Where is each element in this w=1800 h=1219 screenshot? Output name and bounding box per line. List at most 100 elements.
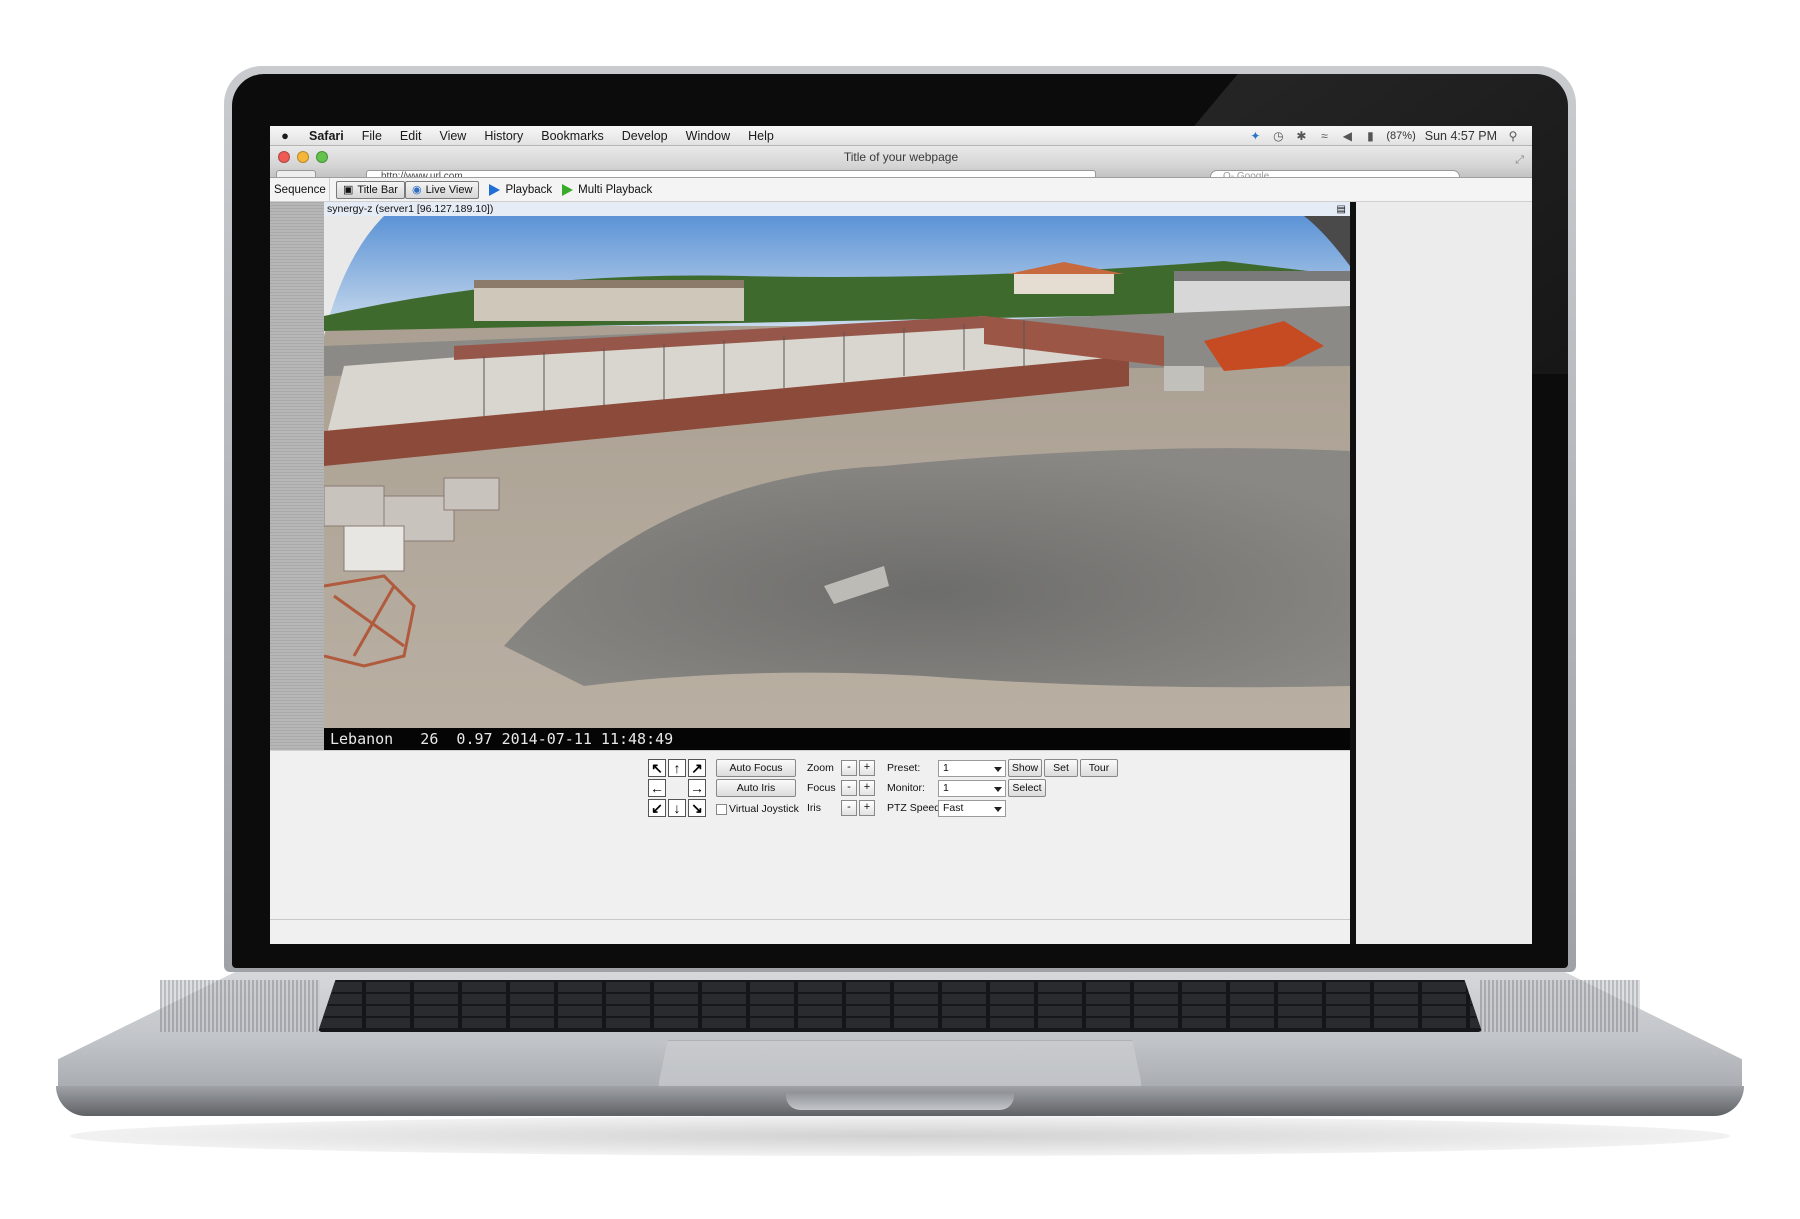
- app-toolbar: Sequence ▣ Title Bar ◉ Live View Playbac…: [270, 178, 1532, 202]
- construction-site-scene: [324, 216, 1350, 750]
- nvr-app: Sequence ▣ Title Bar ◉ Live View Playbac…: [270, 178, 1532, 944]
- iris-plus-button[interactable]: +: [859, 800, 875, 816]
- live-view-label: Live View: [425, 183, 473, 196]
- virtual-joystick-label: Virtual Joystick: [729, 803, 799, 815]
- menu-edit[interactable]: Edit: [391, 129, 431, 143]
- menu-file[interactable]: File: [353, 129, 391, 143]
- playback-button[interactable]: Playback: [489, 183, 552, 196]
- speaker-grille-left: [160, 980, 320, 1032]
- browser-toolbar: http://www.url.com Q- Google: [270, 168, 1532, 178]
- battery-icon[interactable]: ▮: [1363, 129, 1377, 143]
- ptz-speed-label: PTZ Speed:: [887, 802, 944, 814]
- battery-percent: (87%): [1386, 129, 1416, 142]
- camera-header: synergy-z (server1 [96.127.189.10]) ▤: [324, 202, 1350, 216]
- monitor-value: 1: [943, 782, 949, 794]
- zoom-minus-button[interactable]: -: [841, 760, 857, 776]
- live-view-button[interactable]: ◉ Live View: [404, 180, 480, 199]
- time-machine-icon[interactable]: ◷: [1271, 129, 1285, 143]
- camera-name: synergy-z (server1 [96.127.189.10]): [327, 203, 494, 215]
- back-forward-buttons[interactable]: [276, 170, 316, 177]
- status-area: ✦ ◷ ✱ ≈ ◀ ▮ (87%) Sun 4:57 PM ⚲: [1248, 129, 1532, 143]
- auto-iris-button[interactable]: Auto Iris: [716, 779, 796, 797]
- pan-up-icon[interactable]: ↑: [668, 759, 686, 777]
- menu-bar: ● Safari File Edit View History Bookmark…: [270, 126, 1532, 146]
- vertical-scrollbar[interactable]: [1350, 202, 1356, 944]
- camera-feed[interactable]: [324, 216, 1350, 750]
- pan-left-icon[interactable]: ←: [648, 779, 666, 797]
- menu-history[interactable]: History: [475, 129, 532, 143]
- ptz-controls: ↖ ↑ ↗ ← → ↙ ↓ ↘ Auto Focus Auto Iris Vir…: [270, 750, 1350, 944]
- zoom-window-icon[interactable]: [316, 151, 328, 163]
- minimize-window-icon[interactable]: [297, 151, 309, 163]
- ptz-speed-select[interactable]: Fast: [938, 800, 1006, 817]
- video-osd: Lebanon 26 0.97 2014-07-11 11:48:49: [324, 728, 1350, 750]
- show-preset-button[interactable]: Show: [1008, 759, 1042, 777]
- multi-play-icon: [562, 183, 574, 196]
- preset-value: 1: [943, 762, 949, 774]
- window-icon: ▣: [343, 184, 354, 196]
- pan-right-icon[interactable]: →: [688, 779, 706, 797]
- divider: [270, 919, 1350, 920]
- title-bar-label: Title Bar: [357, 183, 398, 196]
- virtual-joystick-checkbox[interactable]: [716, 804, 727, 815]
- set-preset-button[interactable]: Set: [1044, 759, 1078, 777]
- preset-label: Preset:: [887, 762, 921, 774]
- ptz-arrow-pad: ↖ ↑ ↗ ← → ↙ ↓ ↘: [648, 759, 706, 817]
- window-title: Title of your webpage: [843, 150, 959, 164]
- popout-icon[interactable]: ▤: [1337, 203, 1346, 217]
- eye-icon: ◉: [411, 184, 422, 196]
- close-window-icon[interactable]: [278, 151, 290, 163]
- focus-label: Focus: [807, 782, 836, 794]
- select-monitor-button[interactable]: Select: [1008, 779, 1046, 797]
- speaker-grille-right: [1480, 980, 1640, 1032]
- pan-up-right-icon[interactable]: ↗: [688, 759, 706, 777]
- multi-playback-button[interactable]: Multi Playback: [562, 183, 653, 196]
- stage: ● Safari File Edit View History Bookmark…: [0, 0, 1800, 1219]
- menu-develop[interactable]: Develop: [613, 129, 677, 143]
- apple-logo-icon[interactable]: ●: [270, 128, 300, 143]
- tour-button[interactable]: Tour: [1080, 759, 1118, 777]
- iris-label: Iris: [807, 802, 821, 814]
- pan-up-left-icon[interactable]: ↖: [648, 759, 666, 777]
- ptz-speed-value: Fast: [943, 802, 964, 814]
- screen: ● Safari File Edit View History Bookmark…: [270, 126, 1532, 944]
- auto-focus-button[interactable]: Auto Focus: [716, 759, 796, 777]
- pan-down-icon[interactable]: ↓: [668, 799, 686, 817]
- chevron-down-icon: [994, 807, 1002, 812]
- preset-select[interactable]: 1: [938, 760, 1006, 777]
- multi-playback-label: Multi Playback: [578, 183, 653, 196]
- chevron-down-icon: [994, 787, 1002, 792]
- camera-sidebar[interactable]: [270, 202, 324, 750]
- clock[interactable]: Sun 4:57 PM: [1425, 129, 1497, 143]
- play-icon: [489, 183, 501, 196]
- iris-minus-button[interactable]: -: [841, 800, 857, 816]
- spotlight-search-icon[interactable]: ⚲: [1506, 129, 1520, 143]
- menu-view[interactable]: View: [430, 129, 475, 143]
- title-bar-button[interactable]: ▣ Title Bar: [336, 180, 405, 199]
- keyboard: [318, 980, 1482, 1032]
- address-bar[interactable]: http://www.url.com: [366, 170, 1096, 177]
- window-title-bar: Title of your webpage ⤢: [270, 146, 1532, 168]
- sequence-label[interactable]: Sequence: [270, 178, 330, 201]
- bird-icon[interactable]: ✦: [1248, 129, 1262, 143]
- chevron-down-icon: [994, 767, 1002, 772]
- search-field[interactable]: Q- Google: [1210, 170, 1460, 177]
- zoom-label: Zoom: [807, 762, 834, 774]
- trackpad: [658, 1040, 1142, 1086]
- laptop-shadow: [70, 1116, 1730, 1156]
- menu-window[interactable]: Window: [677, 129, 739, 143]
- pan-down-left-icon[interactable]: ↙: [648, 799, 666, 817]
- menu-safari[interactable]: Safari: [300, 129, 353, 143]
- volume-icon[interactable]: ◀: [1340, 129, 1354, 143]
- lid-notch: [786, 1092, 1014, 1110]
- pan-down-right-icon[interactable]: ↘: [688, 799, 706, 817]
- monitor-select[interactable]: 1: [938, 780, 1006, 797]
- focus-minus-button[interactable]: -: [841, 780, 857, 796]
- bluetooth-icon[interactable]: ✱: [1294, 129, 1308, 143]
- monitor-label: Monitor:: [887, 782, 925, 794]
- wifi-icon[interactable]: ≈: [1317, 129, 1331, 143]
- menu-bookmarks[interactable]: Bookmarks: [532, 129, 613, 143]
- zoom-plus-button[interactable]: +: [859, 760, 875, 776]
- menu-help[interactable]: Help: [739, 129, 783, 143]
- focus-plus-button[interactable]: +: [859, 780, 875, 796]
